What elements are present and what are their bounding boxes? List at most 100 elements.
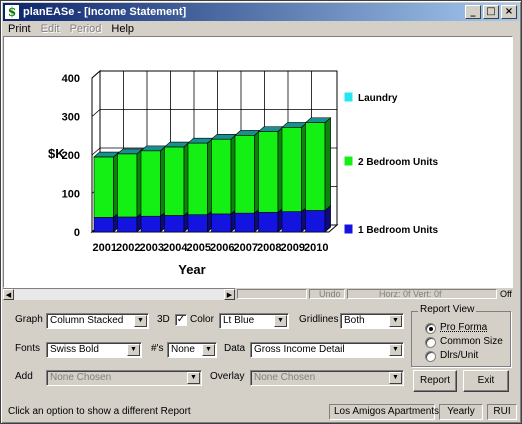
bar-segment	[140, 150, 161, 217]
scroll-status-box-1	[237, 289, 307, 299]
horizontal-scrollbar[interactable]: ◀ ▶	[3, 288, 235, 300]
y-tick-label: 300	[62, 112, 80, 124]
graph-label: Graph	[15, 314, 43, 325]
status-period: Yearly	[439, 404, 483, 420]
undo-box	[309, 289, 345, 299]
chevron-down-icon[interactable]: ▼	[389, 344, 402, 356]
chevron-down-icon[interactable]: ▼	[389, 315, 402, 327]
bar-segment	[258, 212, 279, 233]
bar-segment	[117, 153, 138, 218]
bar-segment	[117, 216, 138, 233]
y-tick-label: 0	[74, 227, 80, 239]
bar-segment	[164, 146, 185, 216]
add-select[interactable]: None Chosen ▼	[46, 370, 202, 386]
report-button[interactable]: Report	[413, 370, 457, 392]
x-tick-label: 2002	[116, 242, 140, 254]
bar-segment	[234, 212, 255, 233]
status-mode: RUI	[487, 404, 517, 420]
overlay-label: Overlay	[210, 371, 245, 382]
legend-swatch	[344, 156, 353, 166]
report-view-title: Report View	[418, 304, 477, 315]
bar-segment	[164, 215, 185, 233]
data-value: Gross Income Detail	[254, 344, 345, 355]
data-label: Data	[224, 343, 246, 354]
minimize-button[interactable]: _	[465, 5, 481, 19]
dollar-app-icon: $	[5, 5, 19, 19]
add-value: None Chosen	[50, 372, 112, 383]
chevron-down-icon[interactable]: ▼	[274, 315, 287, 327]
color-checkbox[interactable]: ✓	[175, 314, 187, 326]
menu-help[interactable]: Help	[106, 22, 139, 36]
maximize-button[interactable]: □	[483, 5, 499, 19]
menu-print[interactable]: Print	[3, 22, 36, 36]
y-tick-label: 400	[62, 73, 80, 85]
bar-segment	[234, 135, 255, 214]
fonts-value: Swiss Bold	[50, 344, 99, 355]
x-tick-label: 2008	[257, 242, 281, 254]
numbers-value: None	[171, 344, 195, 355]
overlay-select[interactable]: None Chosen ▼	[250, 370, 404, 386]
gridlines-select[interactable]: Both ▼	[340, 313, 404, 329]
bar-segment	[211, 213, 232, 233]
common-size-label[interactable]: Common Size	[440, 336, 503, 348]
numbers-label: #'s	[151, 343, 164, 354]
y-tick-label: 100	[62, 189, 80, 201]
color-value: Lt Blue	[223, 315, 255, 326]
off-indicator: Off	[500, 289, 512, 299]
bar-segment	[258, 131, 279, 213]
chevron-down-icon[interactable]: ▼	[127, 344, 140, 356]
bar-side	[324, 117, 331, 212]
legend-label: 2 Bedroom Units	[358, 157, 438, 168]
chevron-down-icon[interactable]: ▼	[187, 372, 200, 384]
close-button[interactable]: ×	[501, 5, 517, 19]
numbers-select[interactable]: None ▼	[167, 342, 217, 358]
pro-forma-radio[interactable]	[425, 323, 436, 334]
chevron-down-icon[interactable]: ▼	[202, 344, 215, 356]
gridlines-label: Gridlines	[299, 314, 339, 325]
menu-period[interactable]: Period	[65, 22, 107, 36]
data-select[interactable]: Gross Income Detail ▼	[250, 342, 404, 358]
exit-button[interactable]: Exit	[463, 370, 509, 392]
window-title: planEASe - [Income Statement]	[23, 6, 187, 18]
status-property: Los Amigos Apartments	[329, 404, 439, 420]
bar-segment	[305, 210, 326, 233]
x-tick-label: 2004	[163, 242, 188, 254]
legend-swatch	[344, 92, 353, 102]
three-d-label: 3D	[157, 314, 170, 325]
income-chart: 01002003004002001 2002 2003 2004 2005 2006 200…	[48, 69, 438, 277]
dlrs-unit-label[interactable]: Dlrs/Unit	[440, 350, 478, 362]
chevron-down-icon[interactable]: ▼	[389, 372, 402, 384]
chart-panel: 0 100 200 300 400 2001 2002 2003 2004 2005 2006 200…	[3, 36, 513, 288]
bar-segment	[281, 211, 302, 233]
bar-segment	[211, 138, 232, 215]
main-window: $ planEASe - [Income Statement] _ □ × Pr…	[0, 0, 522, 424]
bar-segment	[281, 126, 302, 212]
x-tick-label: 2003	[140, 242, 164, 254]
scroll-left-icon[interactable]: ◀	[3, 289, 14, 300]
bar-segment	[187, 142, 208, 215]
status-bar: Click an option to show a different Repo…	[3, 403, 519, 421]
common-size-radio[interactable]	[425, 337, 436, 348]
title-bar: $ planEASe - [Income Statement] _ □ ×	[3, 3, 519, 21]
legend-label: Laundry	[358, 93, 398, 104]
graph-type-select[interactable]: Column Stacked ▼	[46, 313, 149, 329]
bar-segment	[187, 214, 208, 233]
fonts-select[interactable]: Swiss Bold ▼	[46, 342, 142, 358]
chevron-down-icon[interactable]: ▼	[134, 315, 147, 327]
color-label: Color	[190, 314, 214, 325]
overlay-value: None Chosen	[254, 372, 316, 383]
legend-swatch	[344, 224, 353, 234]
x-tick-label: 2006	[210, 242, 234, 254]
color-select[interactable]: Lt Blue ▼	[219, 313, 289, 329]
scroll-right-icon[interactable]: ▶	[224, 289, 235, 300]
x-tick-label: 2001	[93, 242, 117, 254]
bar-segment	[93, 156, 114, 218]
x-tick-label: 2007	[234, 242, 258, 254]
bar-segment	[93, 217, 114, 233]
fonts-label: Fonts	[15, 343, 41, 354]
menu-edit[interactable]: Edit	[36, 22, 65, 36]
add-label: Add	[15, 371, 33, 382]
dlrs-unit-radio[interactable]	[425, 351, 436, 362]
x-axis-label: Year	[178, 262, 205, 277]
pro-forma-label[interactable]: Pro Forma	[440, 322, 487, 334]
